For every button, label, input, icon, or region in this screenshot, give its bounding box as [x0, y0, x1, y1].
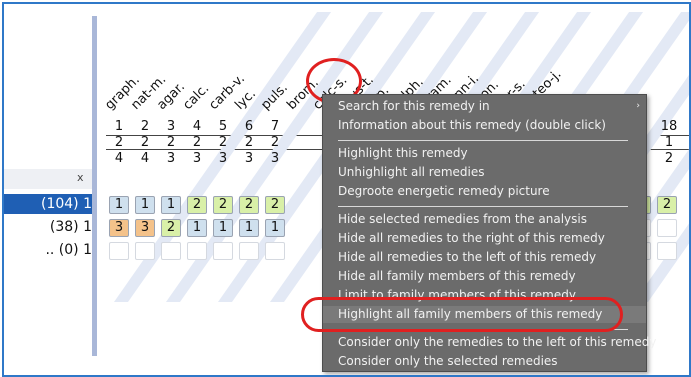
menu-item[interactable]: Consider only the remedies to the left o… [323, 334, 656, 351]
grade-cell[interactable] [213, 242, 233, 260]
grade-cell[interactable]: 2 [239, 196, 259, 214]
symptom-row-label[interactable]: .. (0) 1 [4, 240, 92, 260]
menu-item[interactable]: Search for this remedy in › [323, 98, 646, 115]
grade-cell[interactable]: 2 [657, 196, 677, 214]
grade-cell[interactable]: 1 [161, 196, 181, 214]
grade-cell[interactable]: 1 [213, 219, 233, 237]
menu-item[interactable]: Consider only the selected remedies [323, 353, 646, 370]
menu-separator [338, 206, 628, 207]
menu-item[interactable]: Unhighlight all remedies [323, 164, 646, 181]
grade-cell[interactable]: 2 [213, 196, 233, 214]
remedy-header[interactable]: puls. [258, 80, 291, 113]
grade-cell[interactable]: 1 [135, 196, 155, 214]
menu-item[interactable]: Hide all remedies to the left of this re… [323, 249, 646, 266]
grade-cell[interactable]: 1 [239, 219, 259, 237]
grade-cell[interactable] [657, 242, 677, 260]
grade-cell[interactable] [161, 242, 181, 260]
count-value: 3 [244, 151, 254, 166]
count-value: 2 [664, 151, 674, 166]
count-value: 4 [192, 119, 202, 134]
count-value: 2 [192, 135, 202, 150]
symptom-row-label[interactable]: (104) 1 [4, 194, 92, 214]
menu-item[interactable]: Degroote energetic remedy picture [323, 183, 646, 200]
submenu-arrow-icon: › [636, 101, 640, 111]
grade-cell[interactable]: 2 [265, 196, 285, 214]
grade-cell[interactable]: 2 [187, 196, 207, 214]
count-value: 7 [270, 119, 280, 134]
count-value: 2 [166, 135, 176, 150]
count-value: 4 [114, 151, 124, 166]
symptom-row-label[interactable]: (38) 1 [4, 217, 92, 237]
menu-item[interactable]: Hide all remedies to the right of this r… [323, 230, 646, 247]
menu-separator [338, 140, 628, 141]
grade-cell[interactable]: 3 [135, 219, 155, 237]
grade-cell[interactable] [265, 242, 285, 260]
count-value: 3 [270, 151, 280, 166]
count-value: 4 [140, 151, 150, 166]
count-value: 2 [140, 135, 150, 150]
count-value: 2 [140, 119, 150, 134]
grade-cell[interactable] [239, 242, 259, 260]
grade-cell[interactable]: 1 [265, 219, 285, 237]
count-value: 5 [218, 119, 228, 134]
count-value: 1 [114, 119, 124, 134]
count-value: 3 [192, 151, 202, 166]
grade-cell[interactable] [135, 242, 155, 260]
count-value: 18 [660, 119, 678, 134]
count-value: 6 [244, 119, 254, 134]
grade-cell[interactable] [657, 219, 677, 237]
grade-cell[interactable]: 1 [187, 219, 207, 237]
count-value: 2 [270, 135, 280, 150]
menu-item[interactable]: Highlight this remedy [323, 145, 646, 162]
grade-cell[interactable]: 1 [109, 196, 129, 214]
count-value: 2 [114, 135, 124, 150]
count-value: 3 [166, 151, 176, 166]
count-value: 2 [244, 135, 254, 150]
menu-item[interactable]: Hide selected remedies from the analysis [323, 211, 646, 228]
count-value: 1 [664, 135, 674, 150]
grade-cell[interactable] [109, 242, 129, 260]
count-value: 3 [218, 151, 228, 166]
menu-item[interactable]: Information about this remedy (double cl… [323, 117, 646, 134]
left-divider [92, 16, 97, 356]
repertory-analysis-window: x graph. nat-m. agar. calc. carb-v. lyc. puls.… [2, 2, 691, 377]
grade-cell[interactable] [187, 242, 207, 260]
highlight-annotation-oval [301, 297, 623, 332]
grade-cell[interactable]: 3 [109, 219, 129, 237]
close-panel-button[interactable]: x [77, 171, 84, 184]
count-value: 2 [218, 135, 228, 150]
count-value: 3 [166, 119, 176, 134]
menu-item[interactable]: Hide all family members of this remedy [323, 268, 646, 285]
remedy-header[interactable]: calc. [180, 81, 212, 113]
grade-cell[interactable]: 2 [161, 219, 181, 237]
